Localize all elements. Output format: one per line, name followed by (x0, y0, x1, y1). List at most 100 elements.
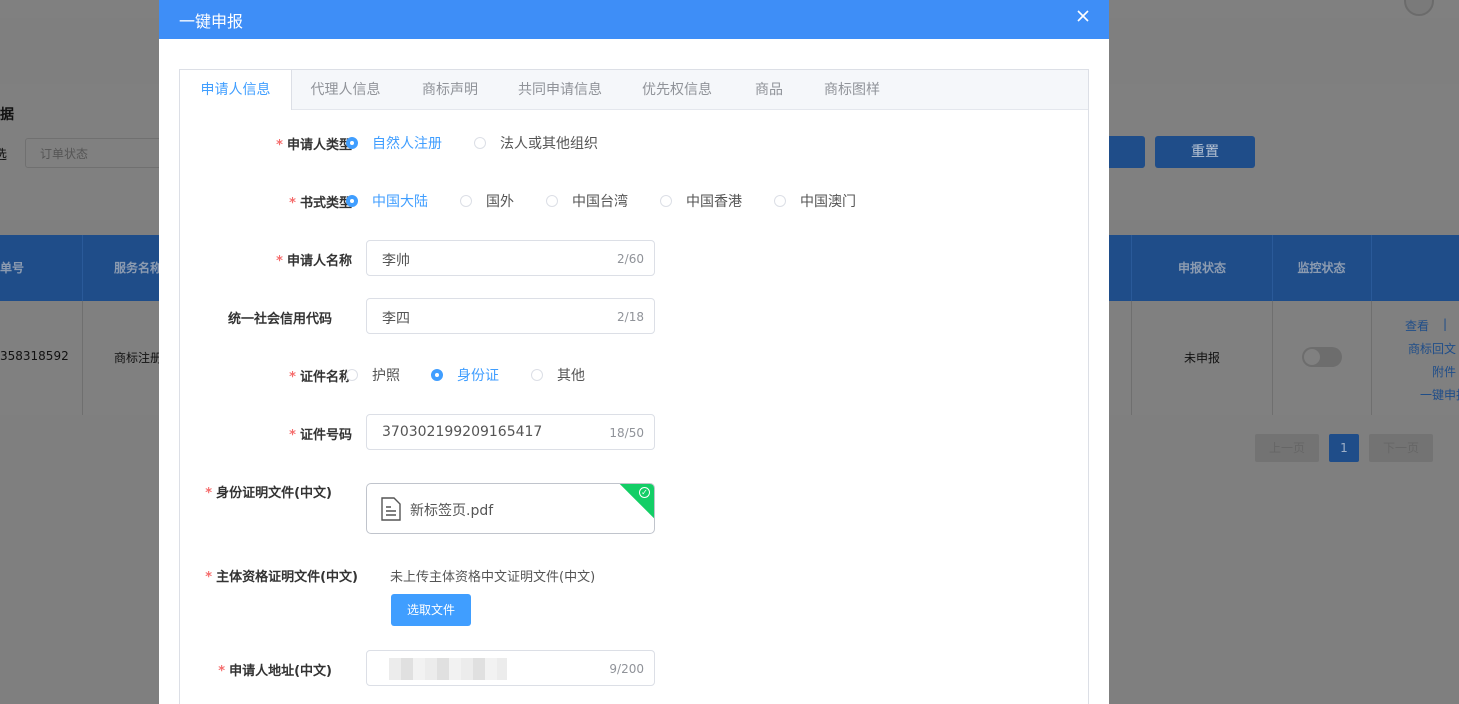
attachment-link[interactable]: 附件 (1432, 363, 1456, 380)
select-file-button[interactable]: 选取文件 (391, 594, 471, 626)
cert-no-input[interactable]: 370302199209165417 18/50 (366, 414, 655, 450)
radio-label: 其他 (557, 368, 585, 384)
radio-dot[interactable] (531, 369, 543, 381)
radio-dot[interactable] (460, 195, 472, 207)
cert-no-text: 证件号码 (299, 428, 352, 443)
one-click-report-link[interactable]: 一键申报 (1420, 386, 1459, 403)
input-value: 370302199209165417 (382, 424, 543, 440)
report-dialog: 一键申报 申请人信息 代理人信息 商标声明 共同申请信息 优先权信息 商品 商标… (159, 0, 1109, 704)
tab-applicant-info[interactable]: 申请人信息 (180, 70, 292, 110)
required-mark: * (218, 664, 226, 679)
id-doc-text: 身份证明文件(中文) (216, 486, 332, 501)
tab-agent-info[interactable]: 代理人信息 (291, 70, 400, 109)
address-text: 申请人地址(中文) (229, 664, 332, 679)
input-value: 李帅 (382, 253, 410, 269)
radio-id-card[interactable]: 身份证 (431, 365, 499, 385)
radio-dot[interactable] (346, 137, 358, 149)
radio-label: 法人或其他组织 (500, 136, 598, 152)
dialog-title: 一键申报 (179, 12, 244, 31)
applicant-name-input[interactable]: 李帅 2/60 (366, 240, 655, 276)
char-count: 9/200 (609, 662, 644, 676)
tab-trademark-statement[interactable]: 商标声明 (400, 70, 500, 109)
success-corner (619, 484, 654, 520)
monitor-cell (1272, 301, 1372, 415)
radio-dot[interactable] (474, 137, 486, 149)
table-row: 358318592 (0, 301, 83, 415)
monitor-toggle[interactable] (1302, 347, 1342, 367)
filter-label: 选 (0, 148, 8, 163)
radio-dot[interactable] (431, 369, 443, 381)
tab-trademark-image[interactable]: 商标图样 (804, 70, 900, 109)
actions-cell: 查看 | 商标回文 附件 一键申报 (1372, 301, 1459, 415)
prev-page-button[interactable]: 上一页 (1255, 434, 1319, 462)
page-1-button[interactable]: 1 (1329, 434, 1359, 462)
radio-dot[interactable] (546, 195, 558, 207)
file-name[interactable]: 新标签页.pdf (410, 500, 493, 520)
required-mark: * (289, 428, 296, 443)
radio-label: 中国大陆 (372, 194, 428, 210)
credit-code-input[interactable]: 李四 2/18 (366, 298, 655, 334)
next-page-button[interactable]: 下一页 (1369, 434, 1433, 462)
uploaded-file-card[interactable]: 新标签页.pdf ✓ (366, 483, 655, 534)
required-mark: * (289, 196, 296, 211)
close-icon[interactable] (1077, 4, 1089, 27)
report-status: 未申报 (1183, 351, 1220, 365)
radio-passport[interactable]: 护照 (346, 365, 400, 385)
format-type-text: 书式类型 (299, 196, 352, 211)
radio-macau[interactable]: 中国澳门 (774, 191, 856, 211)
input-value: 李四 (382, 311, 410, 327)
upload-hint: 未上传主体资格中文证明文件(中文) (390, 570, 596, 585)
dialog-header: 一键申报 (159, 0, 1109, 39)
subject-doc-text: 主体资格证明文件(中文) (216, 570, 358, 585)
tabs-container: 申请人信息 代理人信息 商标声明 共同申请信息 优先权信息 商品 商标图样 * 申… (179, 69, 1089, 704)
radio-label: 中国香港 (686, 194, 742, 210)
document-icon (381, 497, 401, 525)
subject-doc-label: * 主体资格证明文件(中文) (178, 566, 358, 585)
radio-label: 中国台湾 (572, 194, 628, 210)
header-order-no: 单号 (0, 235, 83, 301)
format-type-label: * 书式类型 (172, 192, 352, 211)
radio-hongkong[interactable]: 中国香港 (660, 191, 742, 211)
radio-dot[interactable] (774, 195, 786, 207)
radio-natural-person[interactable]: 自然人注册 (346, 133, 442, 153)
char-count: 2/18 (617, 310, 644, 324)
tab-priority-info[interactable]: 优先权信息 (620, 70, 734, 109)
required-mark: * (276, 254, 283, 269)
order-status-input[interactable]: 订单状态 (25, 138, 175, 168)
radio-foreign[interactable]: 国外 (460, 191, 514, 211)
char-count: 2/60 (617, 252, 644, 266)
cert-no-label: * 证件号码 (172, 424, 352, 443)
radio-dot[interactable] (660, 195, 672, 207)
radio-legal-entity[interactable]: 法人或其他组织 (474, 133, 598, 153)
address-input[interactable]: 9/200 (366, 650, 655, 686)
header-monitor-status: 监控状态 (1272, 235, 1372, 301)
action-divider: | (1443, 317, 1448, 331)
radio-dot[interactable] (346, 369, 358, 381)
header-report-status: 申报状态 (1131, 235, 1273, 301)
radio-taiwan[interactable]: 中国台湾 (546, 191, 628, 211)
cert-name-text: 证件名称 (299, 370, 352, 385)
radio-label: 中国澳门 (800, 194, 856, 210)
radio-label: 护照 (372, 368, 400, 384)
required-mark: * (276, 138, 283, 153)
redacted-address (389, 658, 507, 680)
tab-joint-application[interactable]: 共同申请信息 (500, 70, 620, 109)
radio-dot[interactable] (346, 195, 358, 207)
report-status-cell: 未申报 (1131, 301, 1273, 415)
id-doc-label: * 身份证明文件(中文) (159, 482, 332, 501)
required-mark: * (205, 486, 213, 501)
credit-code-label: 统一社会信用代码 (227, 312, 332, 327)
radio-label: 国外 (486, 194, 514, 210)
view-link[interactable]: 查看 (1405, 317, 1429, 334)
order-no: 358318592 (0, 349, 69, 363)
cert-name-label: * 证件名称 (172, 366, 352, 385)
section-title: 据 (0, 107, 14, 123)
trademark-reply-link[interactable]: 商标回文 (1408, 340, 1456, 357)
tab-goods[interactable]: 商品 (734, 70, 804, 109)
required-mark: * (289, 370, 296, 385)
radio-other[interactable]: 其他 (531, 365, 585, 385)
reset-button[interactable]: 重置 (1155, 136, 1255, 168)
radio-mainland[interactable]: 中国大陆 (346, 191, 428, 211)
tab-bar: 申请人信息 代理人信息 商标声明 共同申请信息 优先权信息 商品 商标图样 (180, 70, 1088, 110)
required-mark: * (205, 570, 213, 585)
